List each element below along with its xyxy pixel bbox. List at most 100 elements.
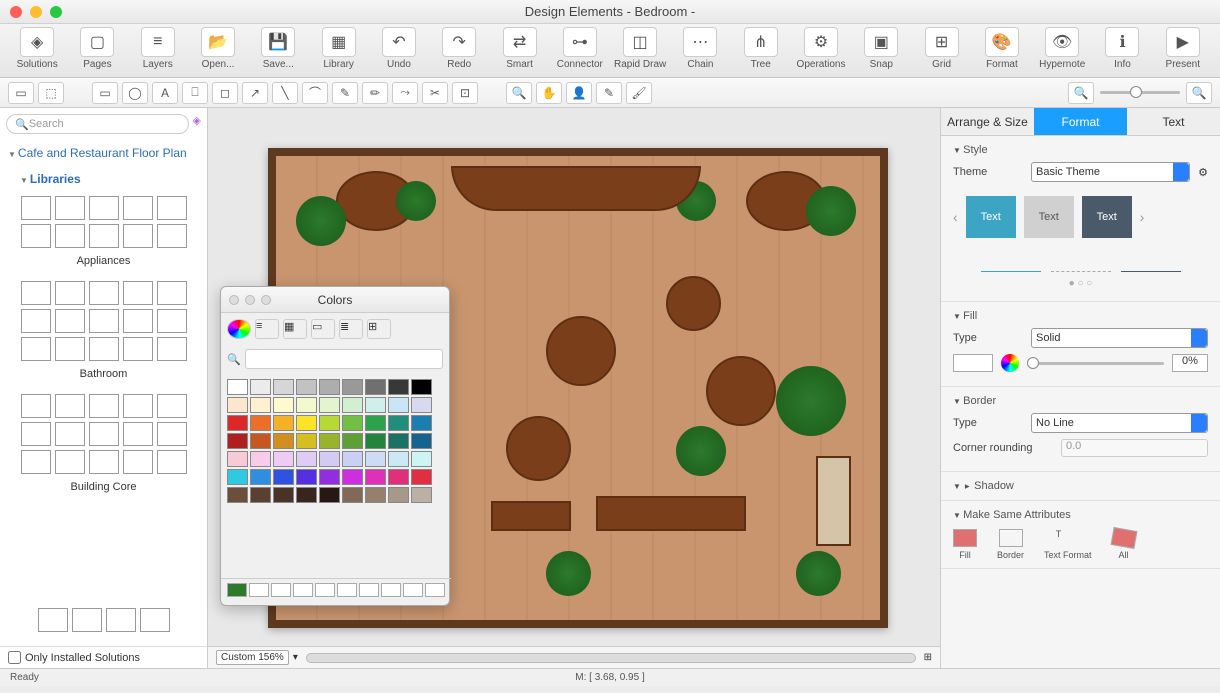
curve-tool[interactable]: ⌒: [302, 82, 328, 104]
color-swatch[interactable]: [227, 451, 248, 467]
color-search-input[interactable]: [245, 349, 443, 369]
lib-cell[interactable]: [55, 394, 85, 418]
lib-cell[interactable]: [89, 337, 119, 361]
lib-cell[interactable]: [38, 608, 68, 632]
pen-tool[interactable]: ✎: [332, 82, 358, 104]
knife-tool[interactable]: ✂: [422, 82, 448, 104]
tab-format[interactable]: Format: [1034, 108, 1127, 135]
style-section-header[interactable]: Style: [953, 144, 1208, 156]
color-swatch[interactable]: [342, 379, 363, 395]
fill-type-select[interactable]: Solid: [1031, 328, 1208, 348]
zoom-tool[interactable]: 🔍: [506, 82, 532, 104]
toolbar-pages[interactable]: ▢Pages: [68, 27, 126, 77]
lib-cell[interactable]: [123, 422, 153, 446]
lib-cell[interactable]: [89, 196, 119, 220]
color-swatch[interactable]: [365, 397, 386, 413]
zoom-out-button[interactable]: 🔍: [1068, 82, 1094, 104]
lib-cell[interactable]: [106, 608, 136, 632]
color-swatch[interactable]: [296, 379, 317, 395]
color-swatch[interactable]: [388, 433, 409, 449]
color-swatch[interactable]: [319, 433, 340, 449]
color-swatch[interactable]: [273, 469, 294, 485]
theme-select[interactable]: Basic Theme: [1031, 162, 1190, 182]
color-swatch[interactable]: [319, 397, 340, 413]
lib-cell[interactable]: [89, 450, 119, 474]
prev-theme-icon[interactable]: ‹: [953, 209, 958, 225]
recent-color[interactable]: [425, 583, 445, 597]
color-swatch[interactable]: [365, 379, 386, 395]
same-all-button[interactable]: All: [1112, 529, 1136, 560]
only-installed-checkbox[interactable]: [8, 651, 21, 664]
color-wheel-mode[interactable]: [227, 319, 251, 339]
lib-cell[interactable]: [89, 422, 119, 446]
toolbar-chain[interactable]: ⋯Chain: [671, 27, 729, 77]
color-swatch[interactable]: [250, 415, 271, 431]
lib-cell[interactable]: [123, 224, 153, 248]
theme-settings-icon[interactable]: ⚙: [1198, 166, 1208, 179]
toolbar-smart[interactable]: ⇄Smart: [490, 27, 548, 77]
color-swatch[interactable]: [365, 433, 386, 449]
color-swatch[interactable]: [227, 433, 248, 449]
color-swatch[interactable]: [250, 397, 271, 413]
border-section-header[interactable]: Border: [953, 395, 1208, 407]
horizontal-scrollbar[interactable]: [306, 653, 916, 663]
lib-cell[interactable]: [21, 422, 51, 446]
recent-color[interactable]: [293, 583, 313, 597]
crop-tool[interactable]: ⊡: [452, 82, 478, 104]
lib-cell[interactable]: [157, 337, 187, 361]
hand-tool[interactable]: ✋: [536, 82, 562, 104]
color-swatch[interactable]: [273, 415, 294, 431]
fill-section-header[interactable]: Fill: [953, 310, 1208, 322]
lib-cell[interactable]: [21, 196, 51, 220]
lib-cell[interactable]: [123, 309, 153, 333]
lib-cell[interactable]: [55, 422, 85, 446]
color-swatch[interactable]: [227, 415, 248, 431]
lib-cell[interactable]: [123, 450, 153, 474]
arrow-style-2[interactable]: [1051, 252, 1111, 272]
lib-cell[interactable]: [157, 422, 187, 446]
connector-tool[interactable]: ⤳: [392, 82, 418, 104]
lib-cell[interactable]: [21, 309, 51, 333]
shadow-section-header[interactable]: ▼ Shadow: [953, 480, 1208, 492]
recent-color[interactable]: [359, 583, 379, 597]
color-swatch[interactable]: [319, 415, 340, 431]
color-swatch[interactable]: [365, 487, 386, 503]
arrow-tool[interactable]: ↗: [242, 82, 268, 104]
color-swatch[interactable]: [273, 487, 294, 503]
marquee-tool[interactable]: ⬚: [38, 82, 64, 104]
lib-cell[interactable]: [55, 281, 85, 305]
recent-color[interactable]: [271, 583, 291, 597]
color-swatch[interactable]: [296, 433, 317, 449]
lib-cell[interactable]: [157, 394, 187, 418]
arrow-style-1[interactable]: [981, 252, 1041, 272]
eyedropper-tool[interactable]: ✎: [596, 82, 622, 104]
color-swatch[interactable]: [388, 379, 409, 395]
color-swatch[interactable]: [365, 415, 386, 431]
recent-color[interactable]: [315, 583, 335, 597]
color-swatch[interactable]: [388, 415, 409, 431]
rect-shape[interactable]: ▭: [92, 82, 118, 104]
ellipse-shape[interactable]: ◯: [122, 82, 148, 104]
toolbar-tree[interactable]: ⋔Tree: [732, 27, 790, 77]
color-swatch[interactable]: [388, 487, 409, 503]
toolbar-hypernote[interactable]: 👁Hypernote: [1033, 27, 1091, 77]
color-pencils-mode[interactable]: ≣: [339, 319, 363, 339]
color-swatch[interactable]: [342, 487, 363, 503]
color-sliders-mode[interactable]: ≡: [255, 319, 279, 339]
textbox-tool[interactable]: ⎕: [182, 82, 208, 104]
next-theme-icon[interactable]: ›: [1140, 209, 1145, 225]
lib-cell[interactable]: [55, 450, 85, 474]
toolbar-present[interactable]: ▶Present: [1154, 27, 1212, 77]
toolbar-undo[interactable]: ↶Undo: [370, 27, 428, 77]
popup-max-icon[interactable]: [261, 295, 271, 305]
lib-cell[interactable]: [21, 394, 51, 418]
popup-close-icon[interactable]: [229, 295, 239, 305]
toolbar-open[interactable]: 📂Open...: [189, 27, 247, 77]
toolbar-layers[interactable]: ≡Layers: [129, 27, 187, 77]
tab-text[interactable]: Text: [1127, 108, 1220, 135]
color-swatch[interactable]: [273, 451, 294, 467]
color-swatch[interactable]: [227, 469, 248, 485]
color-palette-mode[interactable]: ▦: [283, 319, 307, 339]
color-swatch[interactable]: [411, 397, 432, 413]
canvas-tools-icon[interactable]: ⊞: [924, 652, 932, 663]
